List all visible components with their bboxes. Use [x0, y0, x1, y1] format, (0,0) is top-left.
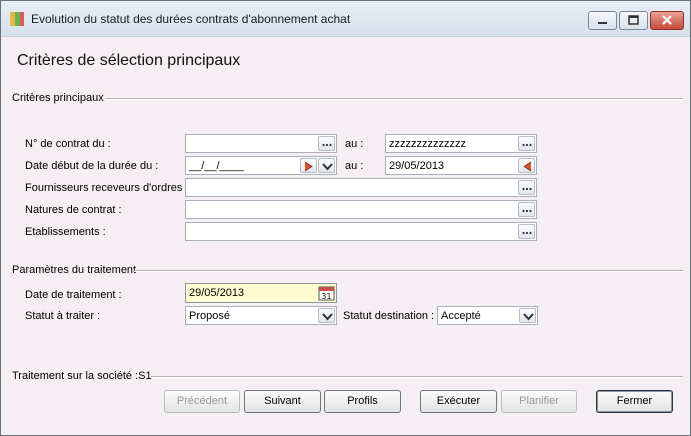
dialog-window: Evolution du statut des durées contrats …	[0, 0, 691, 436]
minimize-button[interactable]	[588, 11, 617, 30]
section-divider	[105, 98, 683, 100]
contract-to-lookup-button[interactable]	[518, 136, 535, 151]
dest-status-label: Statut destination :	[343, 310, 435, 322]
schedule-button[interactable]: Planifier	[501, 390, 577, 413]
app-icon	[9, 11, 25, 27]
status-dropdown-button[interactable]	[318, 308, 335, 323]
start-date-to-picker-button[interactable]	[518, 158, 535, 173]
close-window-button[interactable]	[650, 11, 684, 30]
company-label: Traitement sur la société :S1	[12, 370, 152, 382]
page-title: Critères de sélection principaux	[17, 52, 241, 69]
calendar-button[interactable]: 31	[318, 285, 335, 301]
maximize-icon	[628, 15, 639, 25]
start-date-to-input[interactable]: 29/05/2013	[385, 156, 537, 175]
contract-to-input[interactable]: zzzzzzzzzzzzzz	[385, 134, 537, 153]
chevron-down-icon	[523, 313, 534, 321]
arrow-left-icon	[523, 161, 532, 172]
suppliers-lookup-button[interactable]	[518, 180, 535, 195]
close-icon	[662, 15, 672, 25]
arrow-right-icon	[304, 161, 313, 172]
establishments-label: Etablissements :	[25, 226, 106, 238]
establishments-lookup-button[interactable]	[518, 224, 535, 239]
start-date-to-label: au :	[345, 160, 364, 172]
dest-status-dropdown-button[interactable]	[519, 308, 536, 323]
chevron-down-icon	[322, 163, 333, 171]
contract-from-lookup-button[interactable]	[318, 136, 335, 151]
dest-status-select[interactable]: Accepté	[437, 306, 538, 325]
maximize-button[interactable]	[619, 11, 648, 30]
previous-button[interactable]: Précédent	[164, 390, 240, 413]
section-criteria-label: Critères principaux	[12, 92, 104, 104]
ellipsis-icon	[522, 187, 532, 191]
start-date-from-picker-button[interactable]	[300, 158, 317, 173]
section-divider	[134, 270, 683, 272]
contract-to-label: au :	[345, 138, 364, 150]
start-date-from-dropdown-button[interactable]	[318, 158, 335, 173]
profiles-button[interactable]: Profils	[324, 390, 401, 413]
ellipsis-icon	[522, 231, 532, 235]
ellipsis-icon	[522, 143, 532, 147]
contract-types-label: Natures de contrat :	[25, 204, 122, 216]
start-date-label: Date début de la durée du :	[25, 160, 159, 172]
chevron-down-icon	[322, 313, 333, 321]
processing-date-label: Date de traitement :	[25, 289, 122, 301]
processing-date-input[interactable]: 29/05/2013 31	[185, 283, 337, 303]
contract-types-lookup-button[interactable]	[518, 202, 535, 217]
next-button[interactable]: Suivant	[244, 390, 321, 413]
contract-types-input[interactable]	[185, 200, 537, 219]
ellipsis-icon	[522, 209, 532, 213]
window-title: Evolution du statut des durées contrats …	[31, 12, 351, 26]
close-button[interactable]: Fermer	[596, 390, 673, 413]
establishments-input[interactable]	[185, 222, 537, 241]
svg-text:31: 31	[321, 292, 331, 301]
calendar-icon: 31	[318, 286, 335, 301]
ellipsis-icon	[322, 143, 332, 147]
status-select[interactable]: Proposé	[185, 306, 337, 325]
contract-from-label: N° de contrat du :	[25, 138, 111, 150]
footer-divider	[151, 376, 683, 378]
status-label: Statut à traiter :	[25, 310, 101, 322]
suppliers-label: Fournisseurs receveurs d'ordres :	[25, 182, 189, 194]
execute-button[interactable]: Exécuter	[420, 390, 497, 413]
suppliers-input[interactable]	[185, 178, 537, 197]
section-processing-label: Paramètres du traitement	[12, 264, 137, 276]
contract-from-input[interactable]	[185, 134, 337, 153]
start-date-from-input[interactable]: __/__/____	[185, 156, 337, 175]
title-bar[interactable]: Evolution du statut des durées contrats …	[1, 1, 690, 37]
minimize-icon	[598, 22, 607, 24]
